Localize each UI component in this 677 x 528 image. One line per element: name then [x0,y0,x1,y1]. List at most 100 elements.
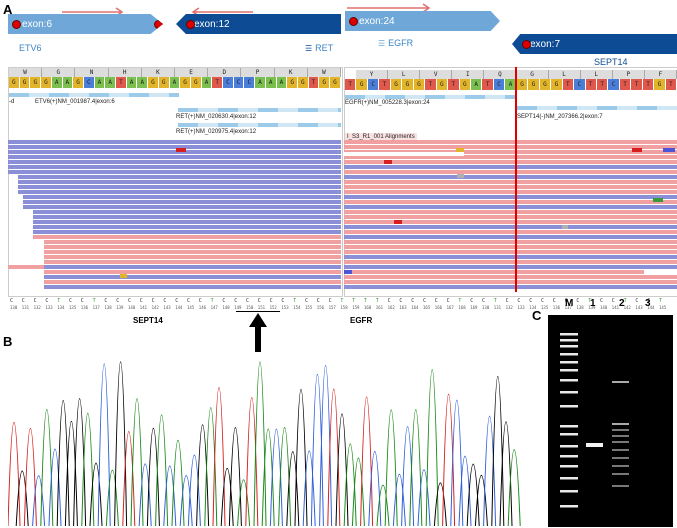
aligned-read [44,245,341,249]
sequence-letter: C [10,298,13,304]
base-cell: A [255,77,266,88]
sequence-position: 161 [376,305,384,310]
aligned-read [344,185,677,189]
chromatogram-peak [196,424,210,527]
aligned-read [8,170,341,174]
sequence-letter: C [600,298,603,304]
sequence-letter: C [317,298,320,304]
chromatogram-peak [335,413,349,527]
aligned-read [33,235,341,239]
amino-acid-cell: W [308,68,342,77]
chromatogram-peak [8,422,21,527]
base-cell: G [297,77,309,88]
chromatogram-peak [23,428,37,527]
base-cell: A [51,77,63,88]
pcr-band [612,381,629,383]
sequence-position: 130 [10,305,18,310]
aligned-read [344,265,677,269]
sequence-letter: C [175,298,178,304]
sequence-position: 145 [187,305,195,310]
aligned-read [344,260,677,264]
sequence-letter: T [458,298,461,304]
mismatch-mark [176,148,186,152]
pcr-band [612,473,629,475]
ladder-band [560,339,578,342]
aligned-read [344,145,677,149]
aligned-read [18,175,341,179]
gene-label-ret-group: ☰ RET [305,43,333,53]
chromatogram-peak [392,473,406,527]
base-cell: G [319,77,331,88]
aligned-read [344,240,677,244]
exon7-label: exon:7 [530,38,561,50]
aligned-read [344,160,677,164]
sequence-position: 145 [659,305,667,310]
chromatogram-peak [474,474,488,527]
sequence-position: 152 [270,305,278,310]
aligned-read [44,275,341,279]
aligned-read [18,180,341,184]
transcript-left-edge: -d [9,99,15,105]
amino-acid-cell: K [142,68,176,77]
pcr-band [612,441,629,443]
ladder-band [560,445,578,448]
sequence-letter: C [69,298,72,304]
aligned-read [344,235,677,239]
base-cell: G [390,79,403,90]
sequence-position: 163 [399,305,407,310]
aligned-read [23,200,341,204]
sequence-position: 158 [340,305,348,310]
gel-lane-label-3: 3 [645,298,651,309]
amino-acid-cell: W [9,68,43,77]
gel-lane-label-1: 1 [590,298,596,309]
chromatogram-peak [114,361,128,527]
aligned-read [344,275,677,279]
sequence-letter: C [399,298,402,304]
sequence-letter: C [470,298,473,304]
exon-marker-icon [186,20,195,29]
base-cell: G [190,77,202,88]
base-cell: A [126,77,138,88]
sequence-position: 134 [57,305,65,310]
sequence-letter: T [93,298,96,304]
base-cell: T [585,79,597,90]
base-cell: T [619,79,632,90]
aligned-read [344,200,677,204]
sequence-position: 140 [600,305,608,310]
amino-acid-cell: P [613,70,645,79]
ladder-band [560,345,578,348]
chromatogram-peak [278,427,292,527]
base-cell: T [116,77,127,88]
amino-acid-cell: F [645,70,677,79]
base-cell: A [94,77,106,88]
aligned-read [344,205,677,209]
sequence-position: 133 [45,305,53,310]
base-cell: C [574,79,586,90]
ladder-band [560,490,578,493]
sequence-position: 138 [104,305,112,310]
sequence-position: 151 [258,305,266,310]
aligned-read [344,230,677,234]
base-cell: G [9,77,20,88]
base-cell: G [41,77,52,88]
base-cell: C [493,79,506,90]
sequence-letter: C [116,298,119,304]
amino-acid-cell: P [241,68,275,77]
base-cell: C [233,77,245,88]
bottom-gene-label-sept14: SEPT14 [133,316,163,325]
ladder-band [560,379,578,382]
amino-acid-cell: Q [484,70,517,79]
amino-acid-cell: G [42,68,76,77]
aligned-read [44,270,341,274]
sequence-track-left: GGGGAAGCAATAAGGAGGATCCCAAAGGTGG [9,77,341,88]
ladder-band [560,505,578,508]
aligned-read [8,265,44,269]
sequence-position: 157 [329,305,337,310]
sequence-letter: C [411,298,414,304]
gene-label-sept14: SEPT14 [594,57,628,67]
sequence-position: 130 [482,305,490,310]
sequence-letter: C [529,298,532,304]
sequence-position: 133 [517,305,525,310]
sequence-letter: C [140,298,143,304]
amino-acid-cell: I [452,70,485,79]
